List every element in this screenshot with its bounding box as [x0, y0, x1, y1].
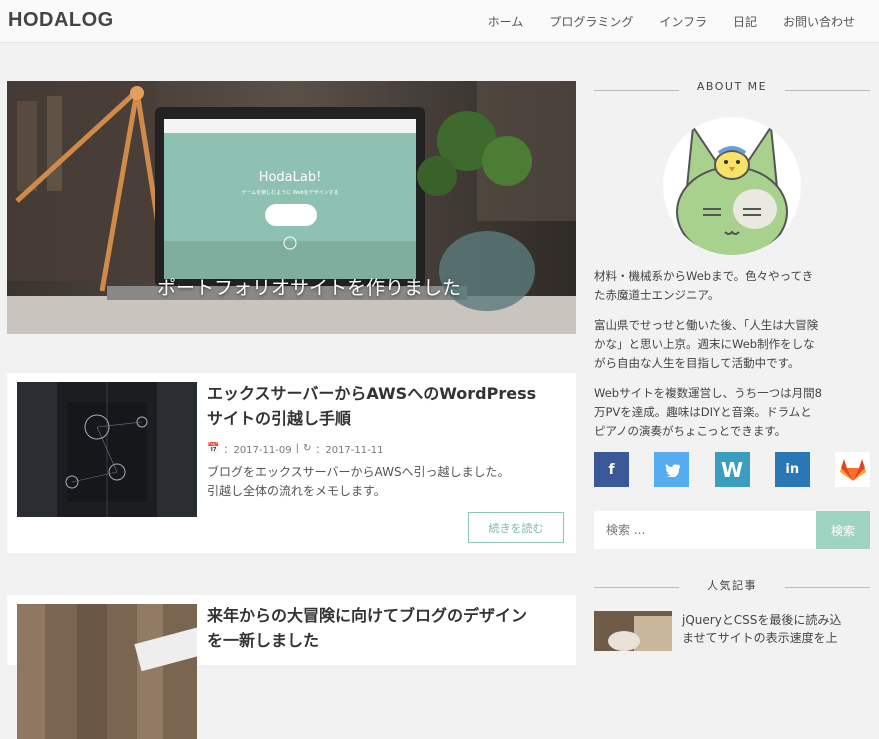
excerpt-line1: ブログをエックスサーバーからAWSへ引っ越しました。 [207, 465, 510, 479]
social-links: f W in [594, 452, 870, 487]
nav-infra[interactable]: インフラ [659, 13, 707, 30]
post-title-line2[interactable]: を一新しました [207, 628, 567, 653]
post-title[interactable]: エックスサーバーからAWSへのWordPress サイトの引越し手順 [207, 381, 567, 431]
post-title-line1[interactable]: エックスサーバーからAWSへのWordPress [207, 381, 567, 406]
twitter-icon[interactable] [654, 452, 690, 487]
nav-contact[interactable]: お問い合わせ [783, 13, 855, 30]
nav-programming[interactable]: プログラミング [549, 13, 633, 30]
about-text: 材料・機械系からWebまで。色々やってき た赤魔道士エンジニア。 富山県でせっせ… [594, 267, 870, 441]
site-header: HODALOG ホーム プログラミング インフラ 日記 お問い合わせ [0, 0, 879, 43]
search-button[interactable]: 検索 [816, 511, 870, 549]
post-card: 来年からの大冒険に向けてブログのデザイン を一新しました [7, 595, 576, 739]
calendar-icon: 📅 [207, 443, 220, 454]
about-heading: ABOUT ME [594, 80, 870, 100]
main-nav: ホーム プログラミング インフラ 日記 お問い合わせ [488, 0, 855, 42]
post-thumbnail[interactable] [17, 382, 197, 517]
popular-title[interactable]: jQueryとCSSを最後に読み込 ませてサイトの表示速度を上 [682, 611, 870, 651]
sidebar: ABOUT ME 材料・機械系からWebまで。色々やってき た赤魔道士エンジニア… [594, 80, 870, 651]
site-logo[interactable]: HODALOG [8, 9, 114, 32]
refresh-icon: ↻ [302, 443, 312, 454]
about-paragraph-1: 材料・機械系からWebまで。色々やってき た赤魔道士エンジニア。 [594, 269, 814, 302]
popular-post[interactable]: jQueryとCSSを最後に読み込 ませてサイトの表示速度を上 [594, 611, 870, 651]
popular-heading: 人気記事 [594, 577, 870, 597]
svg-text:ゲームを楽しむように Webをデザインする: ゲームを楽しむように Webをデザインする [241, 189, 338, 196]
nav-home[interactable]: ホーム [488, 13, 524, 30]
post-thumbnail[interactable] [17, 604, 197, 739]
updated-date: ：2017-11-11 [315, 445, 384, 456]
avatar [663, 117, 801, 255]
post-meta: 📅 ：2017-11-09 | ↻ ：2017-11-11 [207, 441, 383, 456]
search-input[interactable] [594, 511, 816, 549]
post-title[interactable]: 来年からの大冒険に向けてブログのデザイン を一新しました [207, 603, 567, 653]
svg-text:HodaLab!: HodaLab! [259, 170, 322, 185]
popular-thumbnail[interactable] [594, 611, 672, 651]
post-card: エックスサーバーからAWSへのWordPress サイトの引越し手順 📅 ：20… [7, 373, 576, 553]
about-paragraph-3: Webサイトを複数運営し、うち一つは月間8 万PVを達成。趣味はDIYと音楽。ド… [594, 386, 822, 438]
published-date: ：2017-11-09 [223, 445, 292, 456]
post-excerpt: ブログをエックスサーバーからAWSへ引っ越しました。 引越し全体の流れをメモしま… [207, 463, 567, 501]
post-title-line1[interactable]: 来年からの大冒険に向けてブログのデザイン [207, 603, 567, 628]
meta-separator: | [295, 443, 299, 454]
read-more-button[interactable]: 続きを読む [468, 512, 564, 543]
wordpress-icon[interactable]: W [714, 452, 750, 487]
slide-caption[interactable]: ポートフォリオサイトを作りました [7, 273, 461, 300]
facebook-icon[interactable]: f [594, 452, 629, 487]
search-form: 検索 [594, 511, 870, 549]
nav-diary[interactable]: 日記 [733, 13, 757, 30]
gitlab-icon[interactable] [835, 452, 870, 487]
about-paragraph-2: 富山県でせっせと働いた後、「人生は大冒険 かな」と思い上京。週末にWeb制作をし… [594, 318, 819, 370]
excerpt-line2: 引越し全体の流れをメモします。 [207, 484, 386, 498]
linkedin-icon[interactable]: in [774, 452, 810, 487]
post-title-line2[interactable]: サイトの引越し手順 [207, 406, 567, 431]
